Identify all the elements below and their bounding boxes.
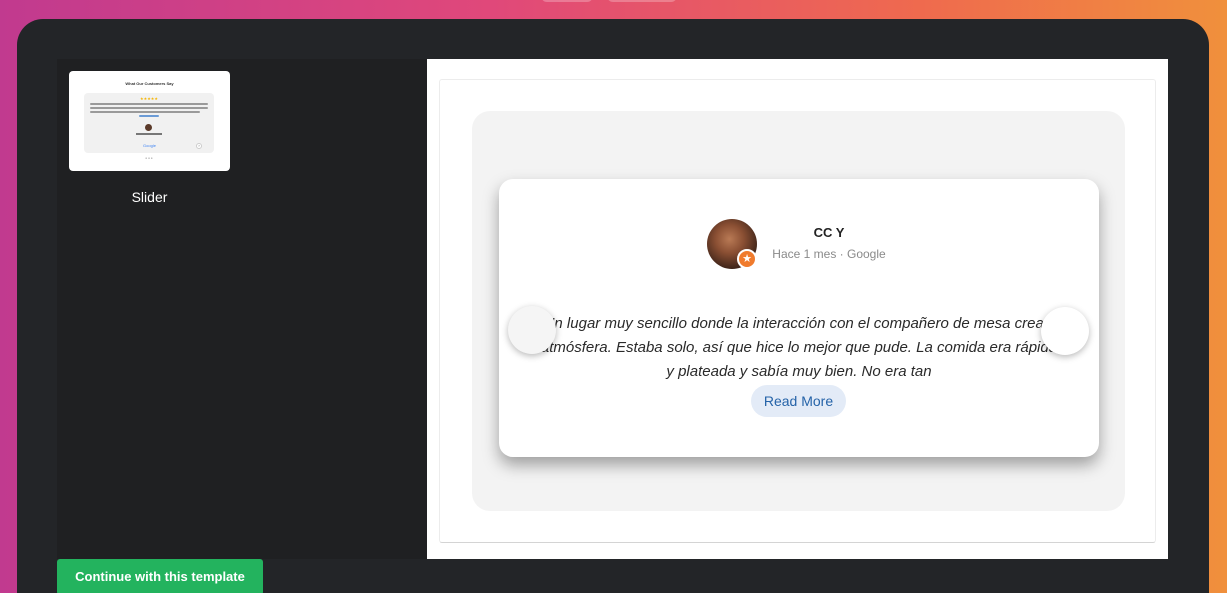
thumbnail-name <box>136 133 162 135</box>
slider-stage: ★ CC Y Hace 1 mes · Google "Un lugar muy… <box>472 111 1125 511</box>
star-badge-icon: ★ <box>737 249 757 269</box>
thumbnail-dots: ●●● <box>145 156 154 160</box>
continue-button[interactable]: Continue with this template <box>57 559 263 593</box>
thumbnail-title: What Our Customers Say <box>125 81 174 86</box>
thumbnail-text-line <box>90 107 208 109</box>
thumbnail-stars: ★★★★★ <box>140 96 158 101</box>
thumbnail-text-line <box>90 111 200 113</box>
thumbnail-brand: Google <box>143 143 156 148</box>
read-more-button[interactable]: Read More <box>751 385 846 417</box>
next-slide-button[interactable] <box>1041 307 1089 355</box>
thumbnail-read-more <box>139 115 159 117</box>
prev-slide-button[interactable] <box>508 306 556 354</box>
template-thumbnail-slider[interactable]: What Our Customers Say ★★★★★ › Google ●●… <box>69 71 230 171</box>
reviewer-name: CC Y <box>813 225 845 240</box>
thumbnail-text-line <box>90 103 208 105</box>
thumbnail-avatar <box>145 124 152 131</box>
template-sidebar: What Our Customers Say ★★★★★ › Google ●●… <box>57 59 427 559</box>
review-text: "Un lugar muy sencillo donde la interacc… <box>538 315 1060 380</box>
template-label[interactable]: Slider <box>69 189 230 205</box>
review-meta: Hace 1 mes · Google <box>772 247 886 261</box>
top-tab-pill[interactable] <box>607 0 677 2</box>
preview-panel: ★ CC Y Hace 1 mes · Google "Un lugar muy… <box>427 59 1168 559</box>
preview-frame: ★ CC Y Hace 1 mes · Google "Un lugar muy… <box>439 79 1156 543</box>
top-tab-pill[interactable] <box>541 0 593 2</box>
review-card: ★ CC Y Hace 1 mes · Google "Un lugar muy… <box>499 179 1099 457</box>
